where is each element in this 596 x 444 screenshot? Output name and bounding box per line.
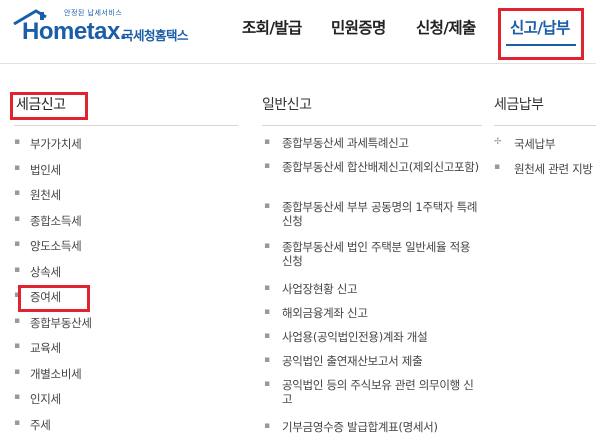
column-title-general-filing[interactable]: 일반신고	[262, 92, 482, 118]
square-bullet-icon: ▪	[264, 241, 270, 251]
nav-inquiry-issuance[interactable]: 조회/발급	[242, 16, 302, 38]
square-bullet-icon: ▪	[264, 379, 270, 389]
square-bullet-icon: ▪	[14, 239, 20, 249]
logo-brand-text: Hometax.	[22, 18, 127, 45]
column-divider	[494, 125, 596, 126]
square-bullet-icon: ▪	[264, 161, 270, 171]
highlight-box-nav	[498, 8, 584, 60]
square-bullet-icon: ▪	[14, 162, 20, 173]
square-bullet-icon: ▪	[14, 341, 20, 351]
square-bullet-icon: ▪	[14, 188, 20, 198]
square-bullet-icon: ▪	[264, 201, 270, 211]
column-title-tax-payment[interactable]: 세금납부	[494, 92, 596, 118]
square-bullet-icon: ▪	[264, 307, 270, 317]
square-bullet-icon: ▪	[14, 315, 20, 326]
logo-korean-name: 국세청홈택스	[122, 28, 189, 43]
plus-small-icon: ✢	[494, 137, 502, 147]
highlight-box-tax-filing	[10, 92, 88, 120]
square-bullet-icon: ▪	[494, 162, 500, 172]
square-bullet-icon: ▪	[14, 417, 20, 428]
logo-tagline: 안정된 납세서비스	[64, 9, 123, 17]
column-divider	[262, 125, 482, 126]
square-bullet-icon: ▪	[14, 137, 20, 147]
square-bullet-icon: ▪	[14, 392, 20, 402]
square-bullet-icon: ▪	[264, 137, 270, 147]
hometax-logo[interactable]: 안정된 납세서비스 Hometax. 국세청홈택스	[8, 6, 208, 50]
nav-civil-certificates[interactable]: 민원증명	[331, 16, 386, 38]
highlight-box-gift-tax	[18, 285, 90, 312]
site-header: 안정된 납세서비스 Hometax. 국세청홈택스 조회/발급 민원증명 신청/…	[0, 0, 596, 62]
column-tax-payment: 세금납부 ✢ 국세납부 ▪ 원천세 관련 지방	[494, 92, 596, 176]
column-divider	[14, 125, 238, 126]
square-bullet-icon: ▪	[14, 213, 20, 224]
square-bullet-icon: ▪	[14, 264, 20, 275]
nav-application-submission[interactable]: 신청/제출	[416, 16, 476, 38]
column-general-filing: 일반신고 ▪ 종합부동산세 과세특례신고 ▪ 종합부동산세 합산배제신고(제외신고포…	[262, 92, 482, 434]
square-bullet-icon: ▪	[264, 421, 270, 431]
square-bullet-icon: ▪	[264, 355, 270, 365]
square-bullet-icon: ▪	[14, 366, 20, 377]
square-bullet-icon: ▪	[264, 283, 270, 293]
square-bullet-icon: ▪	[264, 331, 270, 341]
header-divider	[0, 63, 596, 64]
